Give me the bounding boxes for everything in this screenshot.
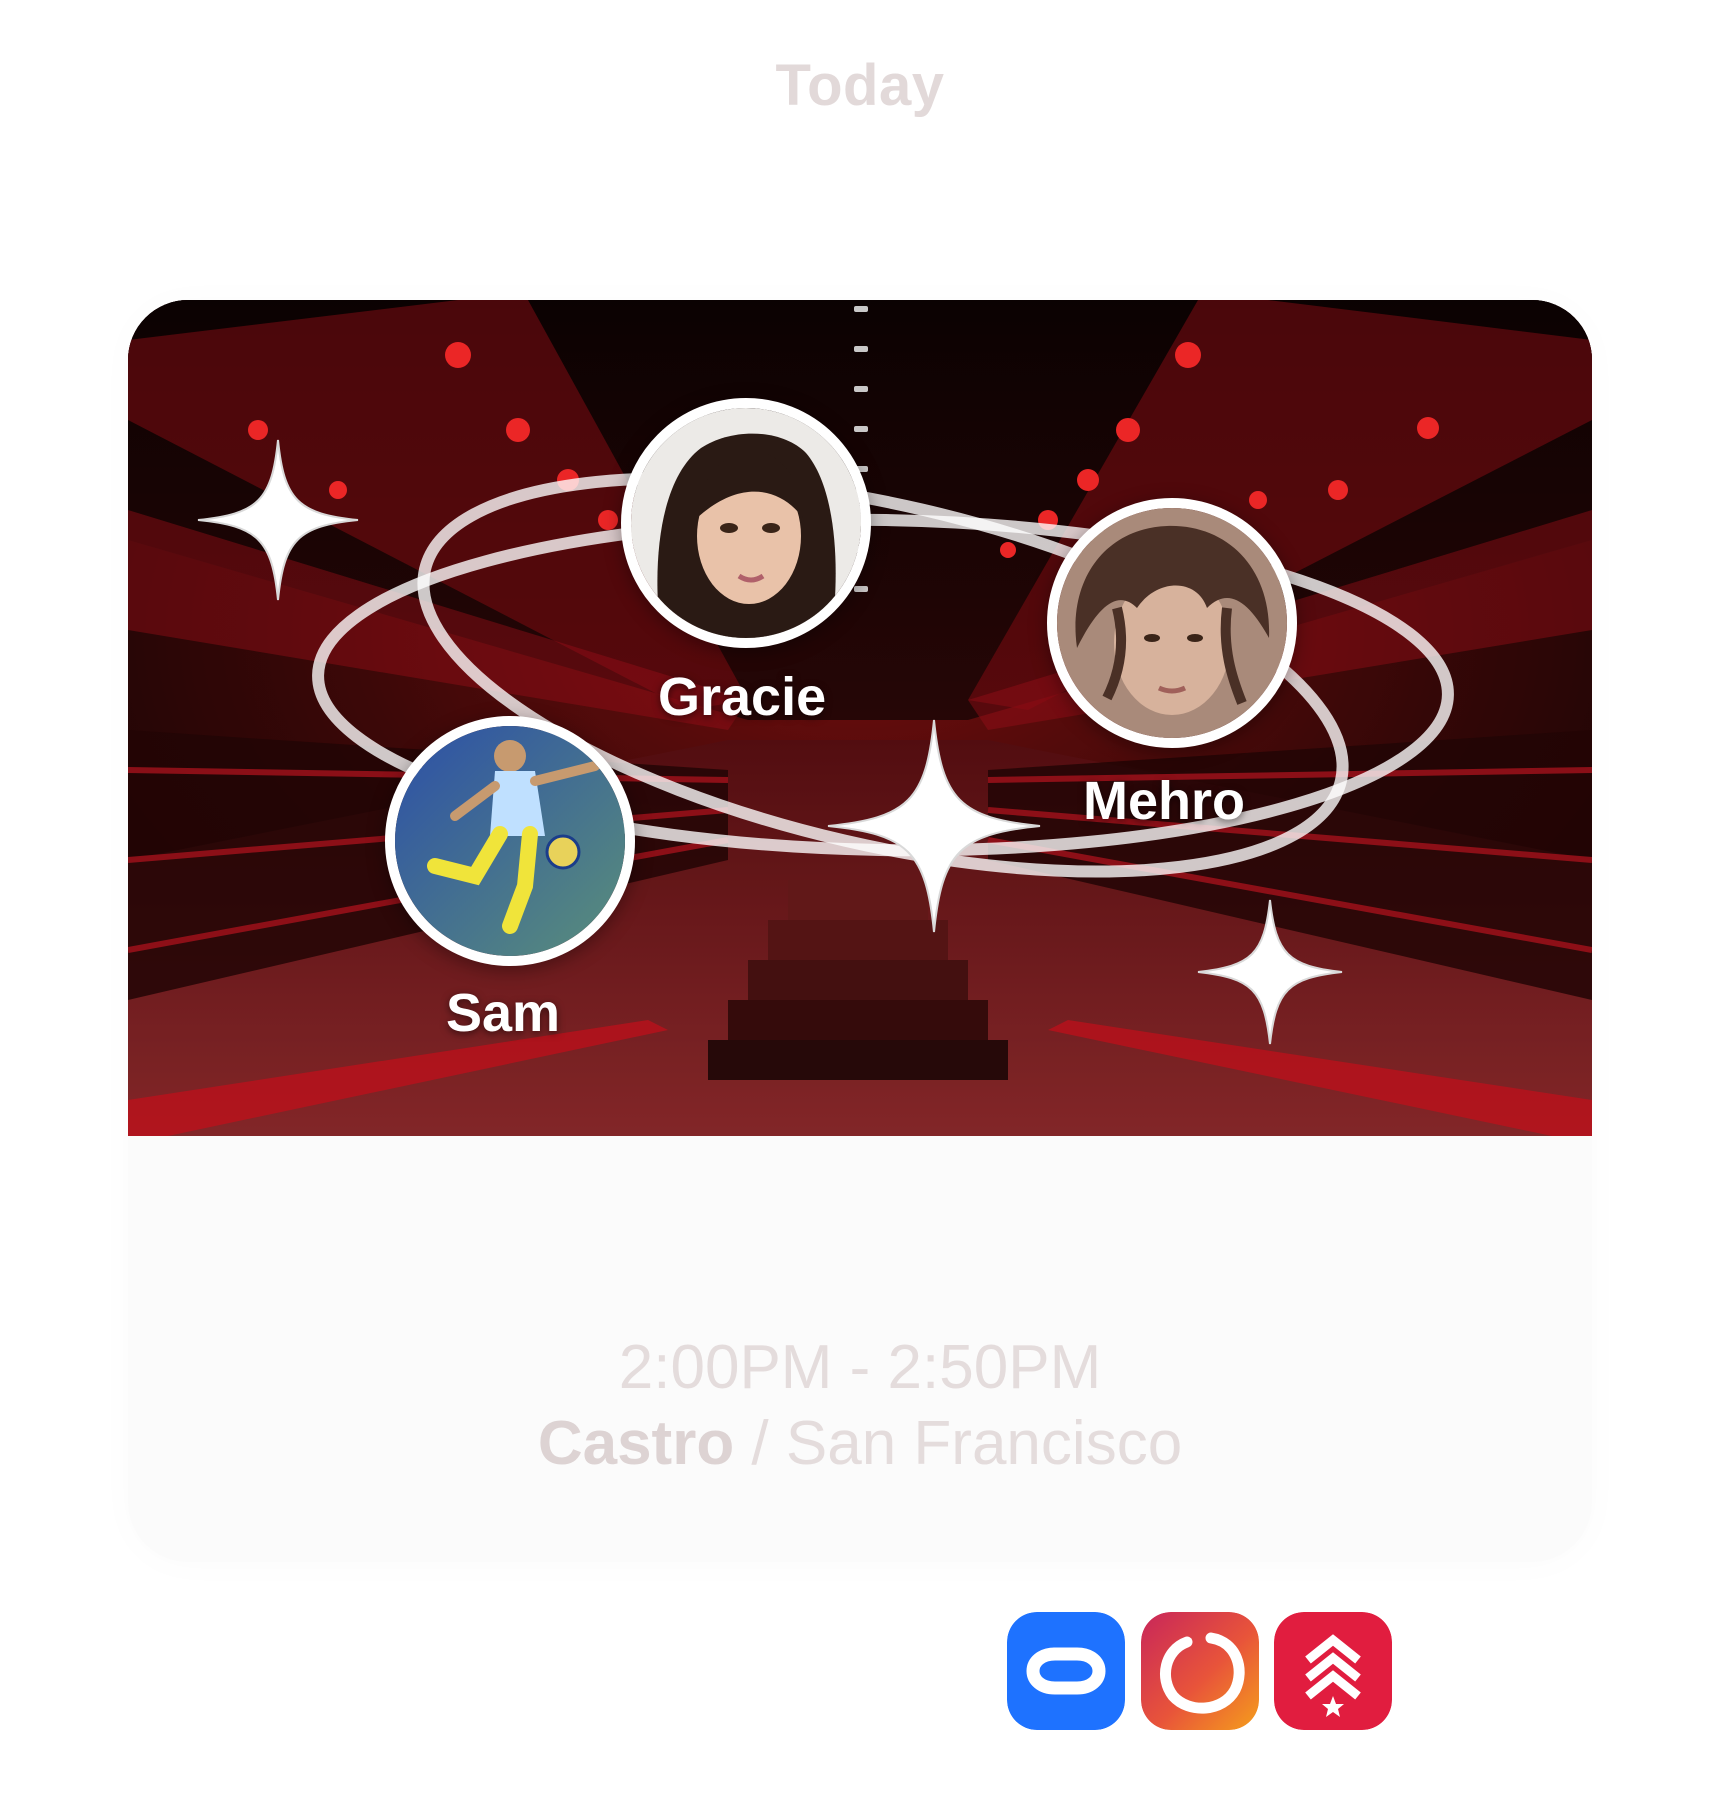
avatar-gracie[interactable] <box>621 398 871 648</box>
studio-name: Castro <box>537 1409 735 1478</box>
location-separator: / <box>734 1409 786 1478</box>
page: Today Gracie Mehro Sam 2:00PM - 2:50PM C… <box>0 0 1720 1800</box>
class-card[interactable]: Gracie Mehro Sam 2:00PM - 2:50PM Castro … <box>128 300 1592 1562</box>
class-time: 2:00PM - 2:50PM <box>618 1333 1102 1402</box>
studio-hero-image: Gracie Mehro Sam <box>128 300 1592 1136</box>
link-app-icon[interactable] <box>1007 1612 1125 1730</box>
sam-photo <box>395 726 625 956</box>
ring-app-icon[interactable] <box>1141 1612 1259 1730</box>
day-header: Today <box>775 53 945 118</box>
mehro-photo <box>1057 508 1287 738</box>
gracie-photo <box>631 408 861 638</box>
friend-name-gracie: Gracie <box>658 667 827 727</box>
class-location: Castro / San Francisco <box>128 1408 1592 1479</box>
avatar-sam[interactable] <box>385 716 635 966</box>
city-name: San Francisco <box>785 1409 1183 1478</box>
friend-name-mehro: Mehro <box>1083 771 1245 831</box>
avatar-mehro[interactable] <box>1047 498 1297 748</box>
friend-name-sam: Sam <box>446 983 561 1043</box>
chevron-star-app-icon[interactable] <box>1274 1612 1392 1730</box>
